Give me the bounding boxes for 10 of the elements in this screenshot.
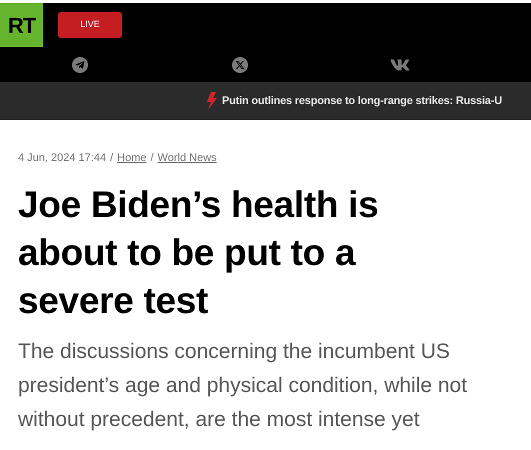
breadcrumb-separator: / (150, 151, 154, 166)
ticker-headline[interactable]: Putin outlines response to long-range strikes: Russia-U (222, 92, 502, 110)
article-title: Joe Biden’s health is about to be put to a severe test (18, 182, 380, 322)
logo[interactable]: RT (0, 3, 43, 47)
publish-date: 4 Jun, 2024 17:44 (18, 151, 106, 166)
article-summary: The discussions concerning the incumbent US president’s age and physical condition, while not without precedent, are the most intense yet (18, 338, 468, 432)
live-button[interactable]: LIVE (58, 12, 122, 38)
breadcrumb-link[interactable]: World News (158, 150, 217, 166)
breadcrumb-link[interactable]: Home (117, 150, 146, 166)
breadcrumb-separator: / (110, 151, 114, 166)
